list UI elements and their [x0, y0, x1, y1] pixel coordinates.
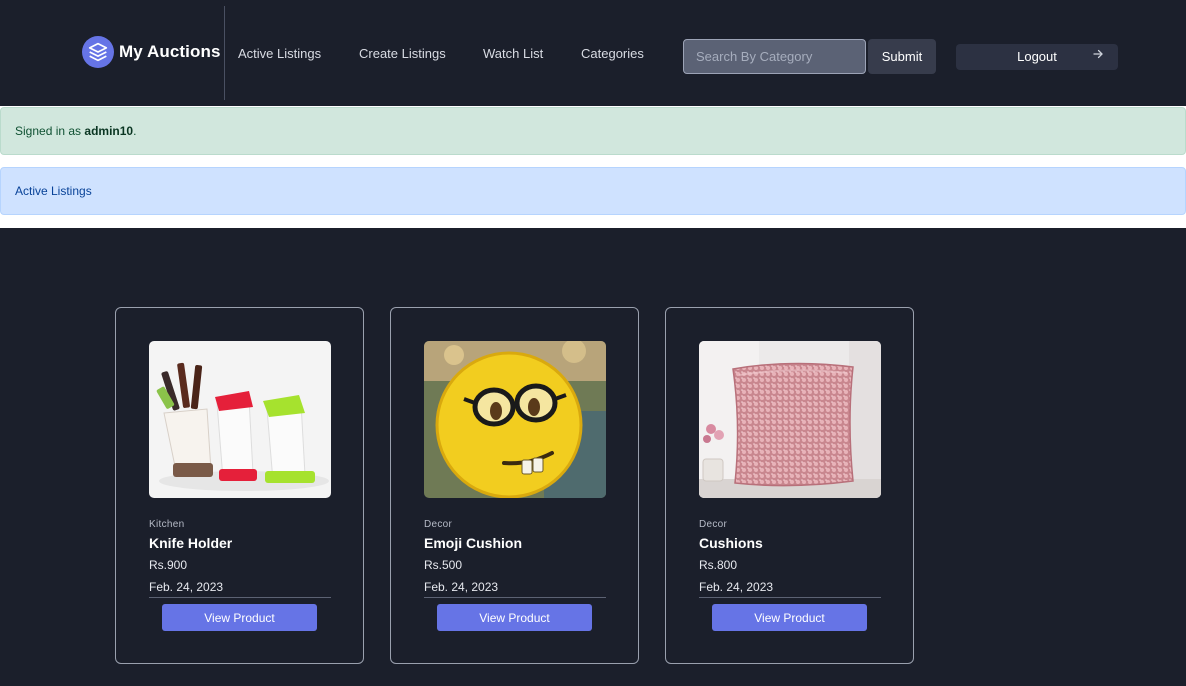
knife-holder-image	[149, 341, 331, 498]
emoji-cushion-image	[424, 341, 606, 498]
layers-icon	[82, 36, 114, 68]
view-product-button[interactable]: View Product	[437, 604, 592, 631]
listing-price: Rs.800	[699, 558, 738, 572]
card-divider	[149, 597, 331, 598]
section-title: Active Listings	[15, 184, 92, 198]
submit-button[interactable]: Submit	[868, 39, 936, 74]
nav-link-watch-list[interactable]: Watch List	[483, 46, 543, 61]
listing-category: Decor	[424, 519, 453, 530]
nav-link-categories[interactable]: Categories	[581, 46, 644, 61]
search-input[interactable]	[683, 39, 866, 74]
listing-date: Feb. 24, 2023	[699, 580, 774, 594]
listing-card: Decor Cushions Rs.800 Feb. 24, 2023 View…	[665, 307, 914, 664]
listing-date: Feb. 24, 2023	[424, 580, 499, 594]
signed-in-prefix: Signed in as	[15, 124, 85, 138]
listing-category: Decor	[699, 519, 728, 530]
card-divider	[699, 597, 881, 598]
listing-price: Rs.900	[149, 558, 188, 572]
view-product-button[interactable]: View Product	[162, 604, 317, 631]
listing-title: Emoji Cushion	[424, 535, 522, 551]
brand-name: My Auctions	[119, 42, 221, 61]
signed-in-alert: Signed in as admin10.	[0, 107, 1186, 155]
listing-title: Cushions	[699, 535, 763, 551]
nav-link-create-listings[interactable]: Create Listings	[359, 46, 446, 61]
signed-in-suffix: .	[133, 124, 137, 138]
listing-category: Kitchen	[149, 519, 185, 530]
nav-link-active-listings[interactable]: Active Listings	[238, 46, 321, 61]
view-product-button[interactable]: View Product	[712, 604, 867, 631]
nav-divider	[224, 6, 225, 100]
section-title-alert: Active Listings	[0, 167, 1186, 215]
sequin-cushion-image	[699, 341, 881, 498]
listing-title: Knife Holder	[149, 535, 233, 551]
listing-card: Kitchen Knife Holder Rs.900 Feb. 24, 202…	[115, 307, 364, 664]
navbar: My Auctions Active Listings Create Listi…	[0, 0, 1186, 106]
listing-date: Feb. 24, 2023	[149, 580, 224, 594]
logout-button[interactable]: Logout	[956, 44, 1118, 70]
brand-link[interactable]: My Auctions	[82, 36, 221, 68]
card-divider	[424, 597, 606, 598]
listing-price: Rs.500	[424, 558, 463, 572]
listing-card: Decor Emoji Cushion Rs.500 Feb. 24, 2023…	[390, 307, 639, 664]
arrow-right-icon	[1092, 48, 1104, 63]
signed-in-username: admin10	[84, 124, 134, 138]
